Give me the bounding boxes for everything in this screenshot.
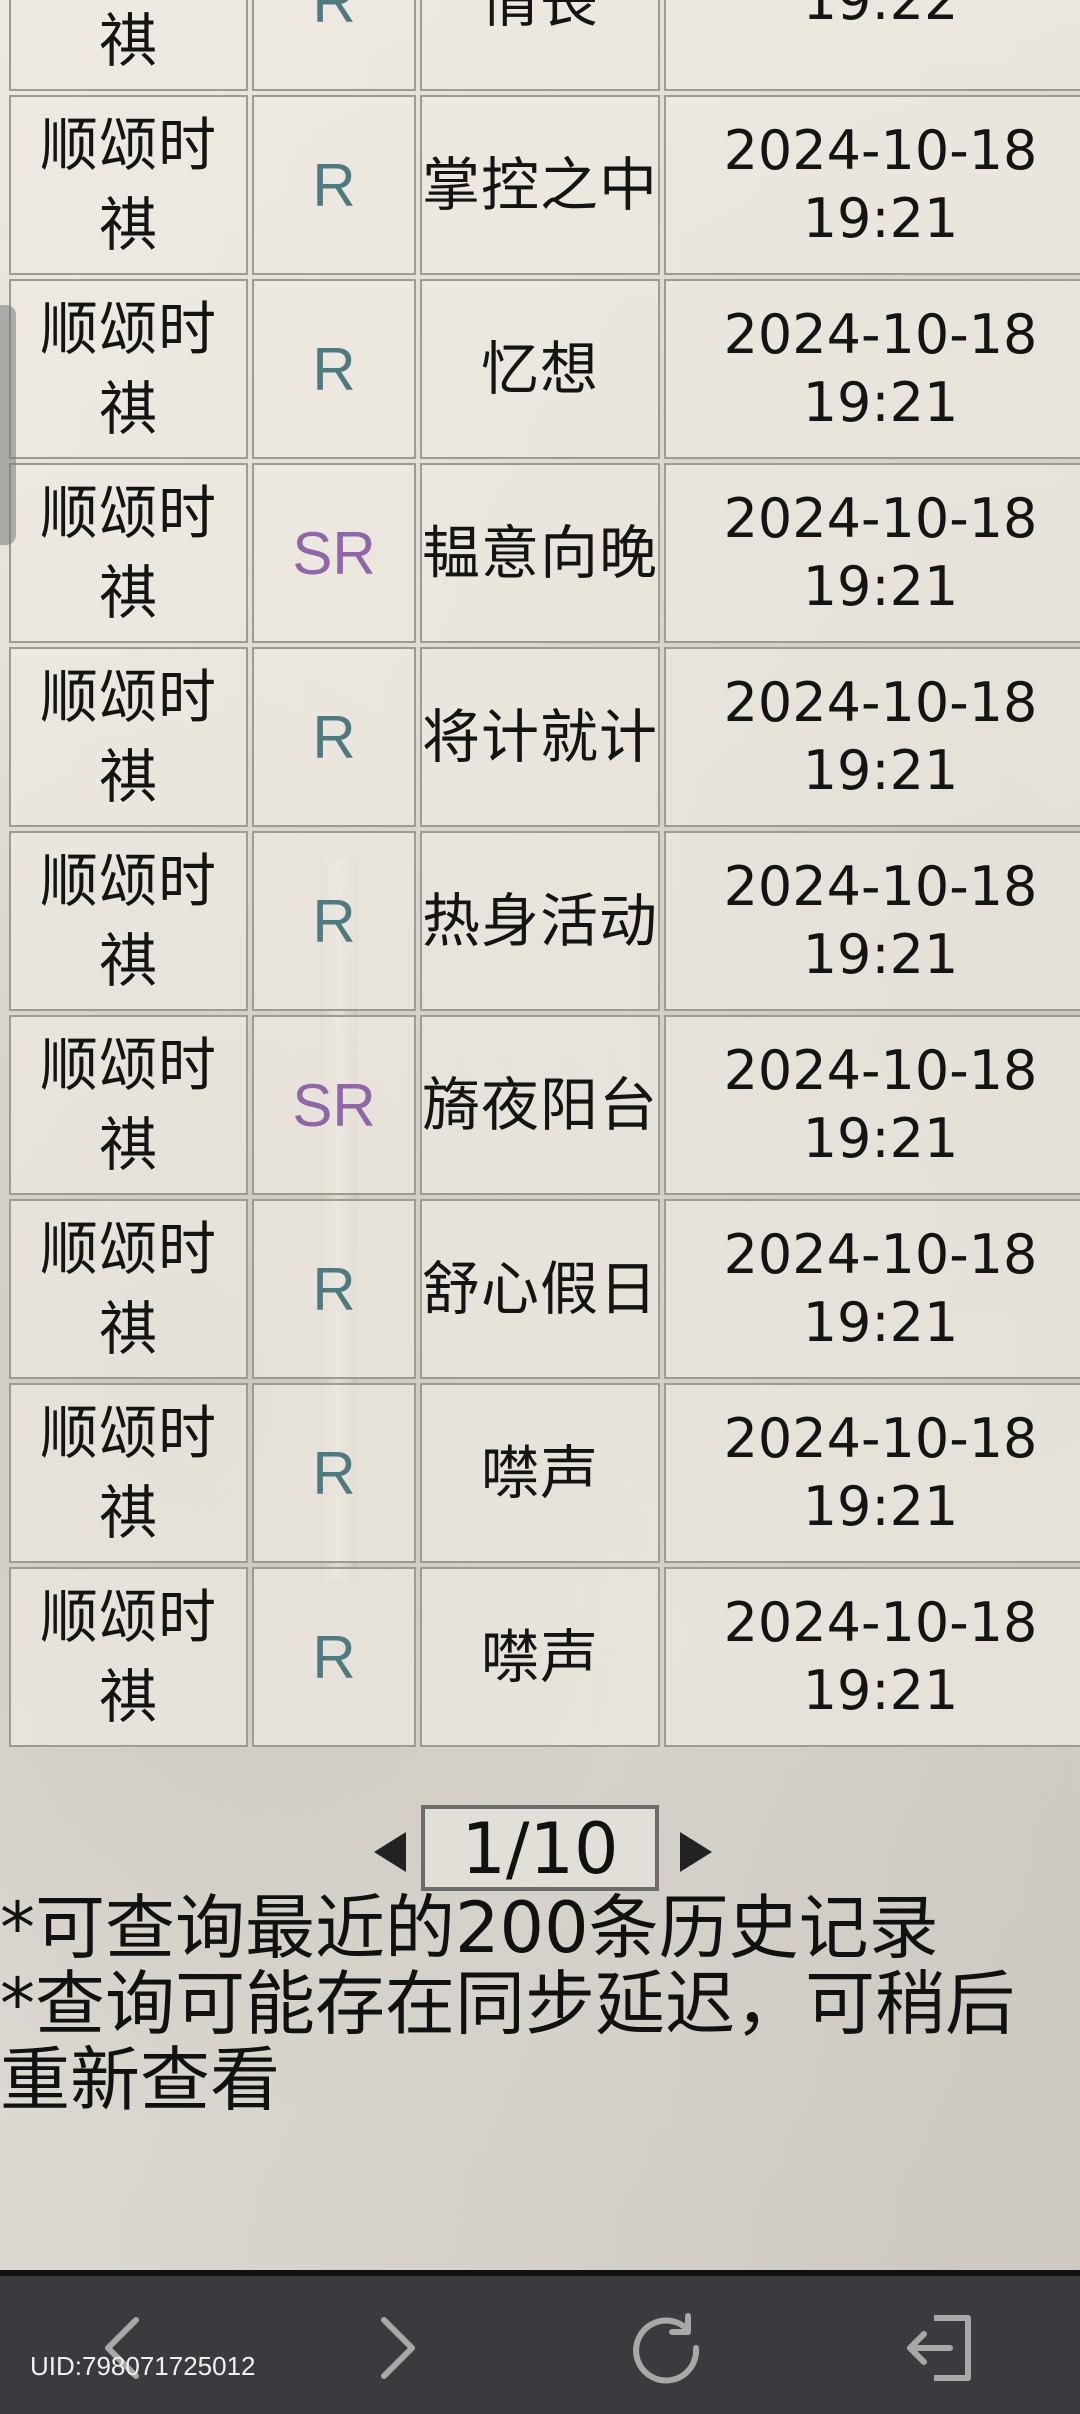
- record-pool-name: 顺颂时祺: [9, 279, 248, 459]
- page-indicator: 1/10: [421, 1805, 659, 1891]
- record-time: 19:21: [802, 555, 959, 618]
- uid-label: UID:798071725012: [30, 2351, 256, 2381]
- record-time: 19:21: [802, 187, 959, 250]
- records-table: 顺颂时祺R情丧19:22顺颂时祺R掌控之中2024-10-1819:21顺颂时祺…: [5, 0, 1080, 1751]
- record-item-name: 情丧: [420, 0, 660, 91]
- record-datetime: 2024-10-18 19:21: [664, 463, 1080, 643]
- record-pool-name: 顺颂时祺: [9, 1567, 248, 1747]
- record-pool-name: 顺颂时祺: [9, 0, 248, 91]
- record-date: 2024-10-18: [723, 671, 1038, 734]
- table-row: 顺颂时祺 R 掌控之中 2024-10-18 19:21: [9, 95, 1080, 275]
- scroll-handle[interactable]: [0, 305, 16, 545]
- previous-page-icon[interactable]: [374, 1832, 406, 1872]
- table-row: 顺颂时祺 R 将计就计 2024-10-18 19:21: [9, 647, 1080, 827]
- record-item-name: 忆想: [420, 279, 660, 459]
- record-date: 2024-10-18: [723, 119, 1038, 182]
- table-row: 顺颂时祺 R 舒心假日 2024-10-18 19:21: [9, 1199, 1080, 1379]
- forward-icon: [381, 2317, 415, 2379]
- next-page-icon[interactable]: [680, 1832, 712, 1872]
- record-datetime: 2024-10-18 19:21: [664, 831, 1080, 1011]
- record-pool-name: 顺颂时祺: [9, 463, 248, 643]
- table-row: 顺颂时祺 R 忆想 2024-10-18 19:21: [9, 279, 1080, 459]
- exit-button[interactable]: [898, 2308, 978, 2388]
- table-row: 顺颂时祺 R 噤声 2024-10-18 19:21: [9, 1567, 1080, 1747]
- record-datetime: 2024-10-18 19:21: [664, 1199, 1080, 1379]
- record-datetime: 2024-10-18 19:21: [664, 647, 1080, 827]
- record-time: 19:21: [802, 1107, 959, 1170]
- record-datetime: 2024-10-18 19:21: [664, 95, 1080, 275]
- record-time: 19:21: [802, 739, 959, 802]
- record-datetime: 2024-10-18 19:21: [664, 279, 1080, 459]
- table-row: 顺颂时祺 SR 韫意向晚 2024-10-18 19:21: [9, 463, 1080, 643]
- record-rarity: SR: [252, 1015, 416, 1195]
- record-time: 19:21: [802, 1659, 959, 1722]
- table-row: 顺颂时祺 SR 旖夜阳台 2024-10-18 19:21: [9, 1015, 1080, 1195]
- record-item-name: 旖夜阳台: [420, 1015, 660, 1195]
- record-datetime: 19:22: [664, 0, 1080, 91]
- record-item-name: 噤声: [420, 1383, 660, 1563]
- record-rarity: R: [252, 1383, 416, 1563]
- note-history-limit: *可查询最近的200条历史记录: [0, 1887, 939, 1969]
- record-date: 2024-10-18: [723, 1039, 1038, 1102]
- record-datetime: 2024-10-18 19:21: [664, 1383, 1080, 1563]
- record-item-name: 噤声: [420, 1567, 660, 1747]
- table-row: 顺颂时祺 R 噤声 2024-10-18 19:21: [9, 1383, 1080, 1563]
- record-item-name: 韫意向晚: [420, 463, 660, 643]
- table-row: 顺颂时祺R情丧 19:22: [9, 0, 1080, 91]
- record-item-name: 舒心假日: [420, 1199, 660, 1379]
- record-date: 2024-10-18: [723, 303, 1038, 366]
- record-rarity: R: [252, 647, 416, 827]
- record-datetime: 2024-10-18 19:21: [664, 1567, 1080, 1747]
- note-sync-delay: *查询可能存在同步延迟，可稍后重新查看: [0, 1963, 1015, 2121]
- record-pool-name: 顺颂时祺: [9, 95, 248, 275]
- table-row: 顺颂时祺 R 热身活动 2024-10-18 19:21: [9, 831, 1080, 1011]
- record-pool-name: 顺颂时祺: [9, 647, 248, 827]
- record-date: 2024-10-18: [723, 1223, 1038, 1286]
- record-rarity: R: [252, 1199, 416, 1379]
- record-item-name: 将计就计: [420, 647, 660, 827]
- record-date: 2024-10-18: [723, 1591, 1038, 1654]
- record-rarity: SR: [252, 463, 416, 643]
- record-rarity: R: [252, 279, 416, 459]
- refresh-icon: [633, 2313, 700, 2384]
- forward-button[interactable]: [356, 2308, 436, 2388]
- record-time: 19:21: [802, 1475, 959, 1538]
- record-datetime: 2024-10-18 19:21: [664, 1015, 1080, 1195]
- bottom-navigation-bar: UID:798071725012: [0, 2270, 1080, 2414]
- records-table-body: 顺颂时祺R情丧19:22顺颂时祺R掌控之中2024-10-1819:21顺颂时祺…: [9, 0, 1080, 1747]
- record-rarity: R: [252, 0, 416, 91]
- record-pool-name: 顺颂时祺: [9, 1199, 248, 1379]
- record-time: 19:21: [802, 371, 959, 434]
- record-item-name: 掌控之中: [420, 95, 660, 275]
- record-rarity: R: [252, 1567, 416, 1747]
- record-rarity: R: [252, 831, 416, 1011]
- record-time: 19:22: [802, 0, 959, 32]
- pagination: 1/10: [0, 1805, 1080, 1895]
- exit-icon: [907, 2315, 971, 2381]
- record-pool-name: 顺颂时祺: [9, 1383, 248, 1563]
- record-date: 2024-10-18: [723, 487, 1038, 550]
- refresh-button[interactable]: [626, 2308, 706, 2388]
- record-date: 2024-10-18: [723, 1407, 1038, 1470]
- record-pool-name: 顺颂时祺: [9, 1015, 248, 1195]
- record-pool-name: 顺颂时祺: [9, 831, 248, 1011]
- record-rarity: R: [252, 95, 416, 275]
- record-time: 19:21: [802, 923, 959, 986]
- record-time: 19:21: [802, 1291, 959, 1354]
- record-item-name: 热身活动: [420, 831, 660, 1011]
- record-date: 2024-10-18: [723, 855, 1038, 918]
- notes-section: *可查询最近的200条历史记录 *查询可能存在同步延迟，可稍后重新查看: [0, 1890, 1080, 2118]
